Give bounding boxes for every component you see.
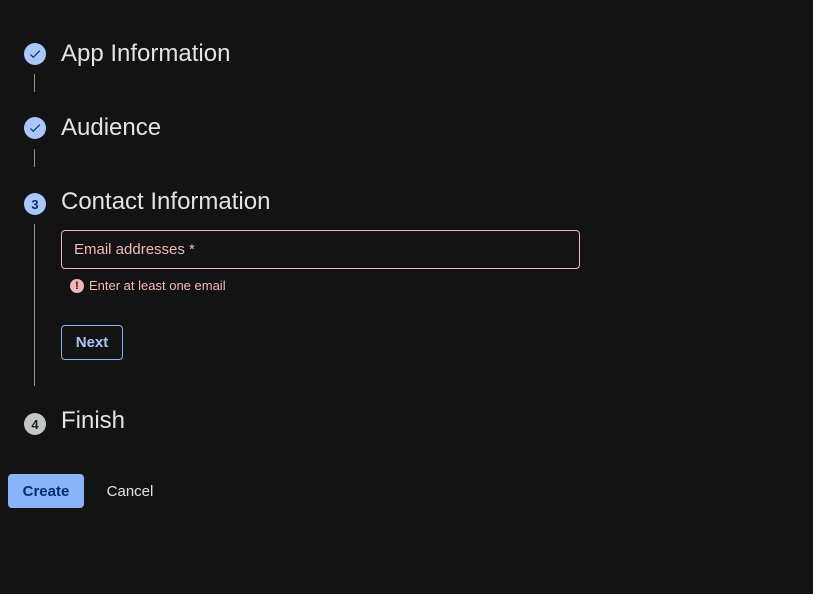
error-message: Enter at least one email: [89, 278, 226, 293]
step-2-title[interactable]: Audience: [61, 113, 161, 143]
check-icon: [29, 124, 41, 133]
step-connector: [34, 149, 35, 167]
step-4-title[interactable]: Finish: [61, 406, 125, 436]
create-button[interactable]: Create: [8, 474, 84, 508]
step-3-title[interactable]: Contact Information: [61, 187, 270, 217]
step-1-check-icon: [24, 43, 46, 65]
step-1-title[interactable]: App Information: [61, 39, 230, 69]
step-2-check-icon: [24, 117, 46, 139]
step-connector: [34, 74, 35, 92]
next-button[interactable]: Next: [61, 325, 123, 360]
email-input[interactable]: [62, 231, 579, 268]
error-icon: !: [70, 278, 84, 293]
step-3-number: 3: [24, 193, 46, 215]
cancel-button[interactable]: Cancel: [94, 474, 166, 508]
email-error: ! Enter at least one email: [70, 278, 226, 293]
check-icon: [29, 50, 41, 59]
step-connector: [34, 224, 35, 386]
stepper: App Information Audience 3 Contact Infor…: [0, 0, 813, 594]
email-field[interactable]: Email addresses *: [61, 230, 580, 269]
step-4-number: 4: [24, 413, 46, 435]
